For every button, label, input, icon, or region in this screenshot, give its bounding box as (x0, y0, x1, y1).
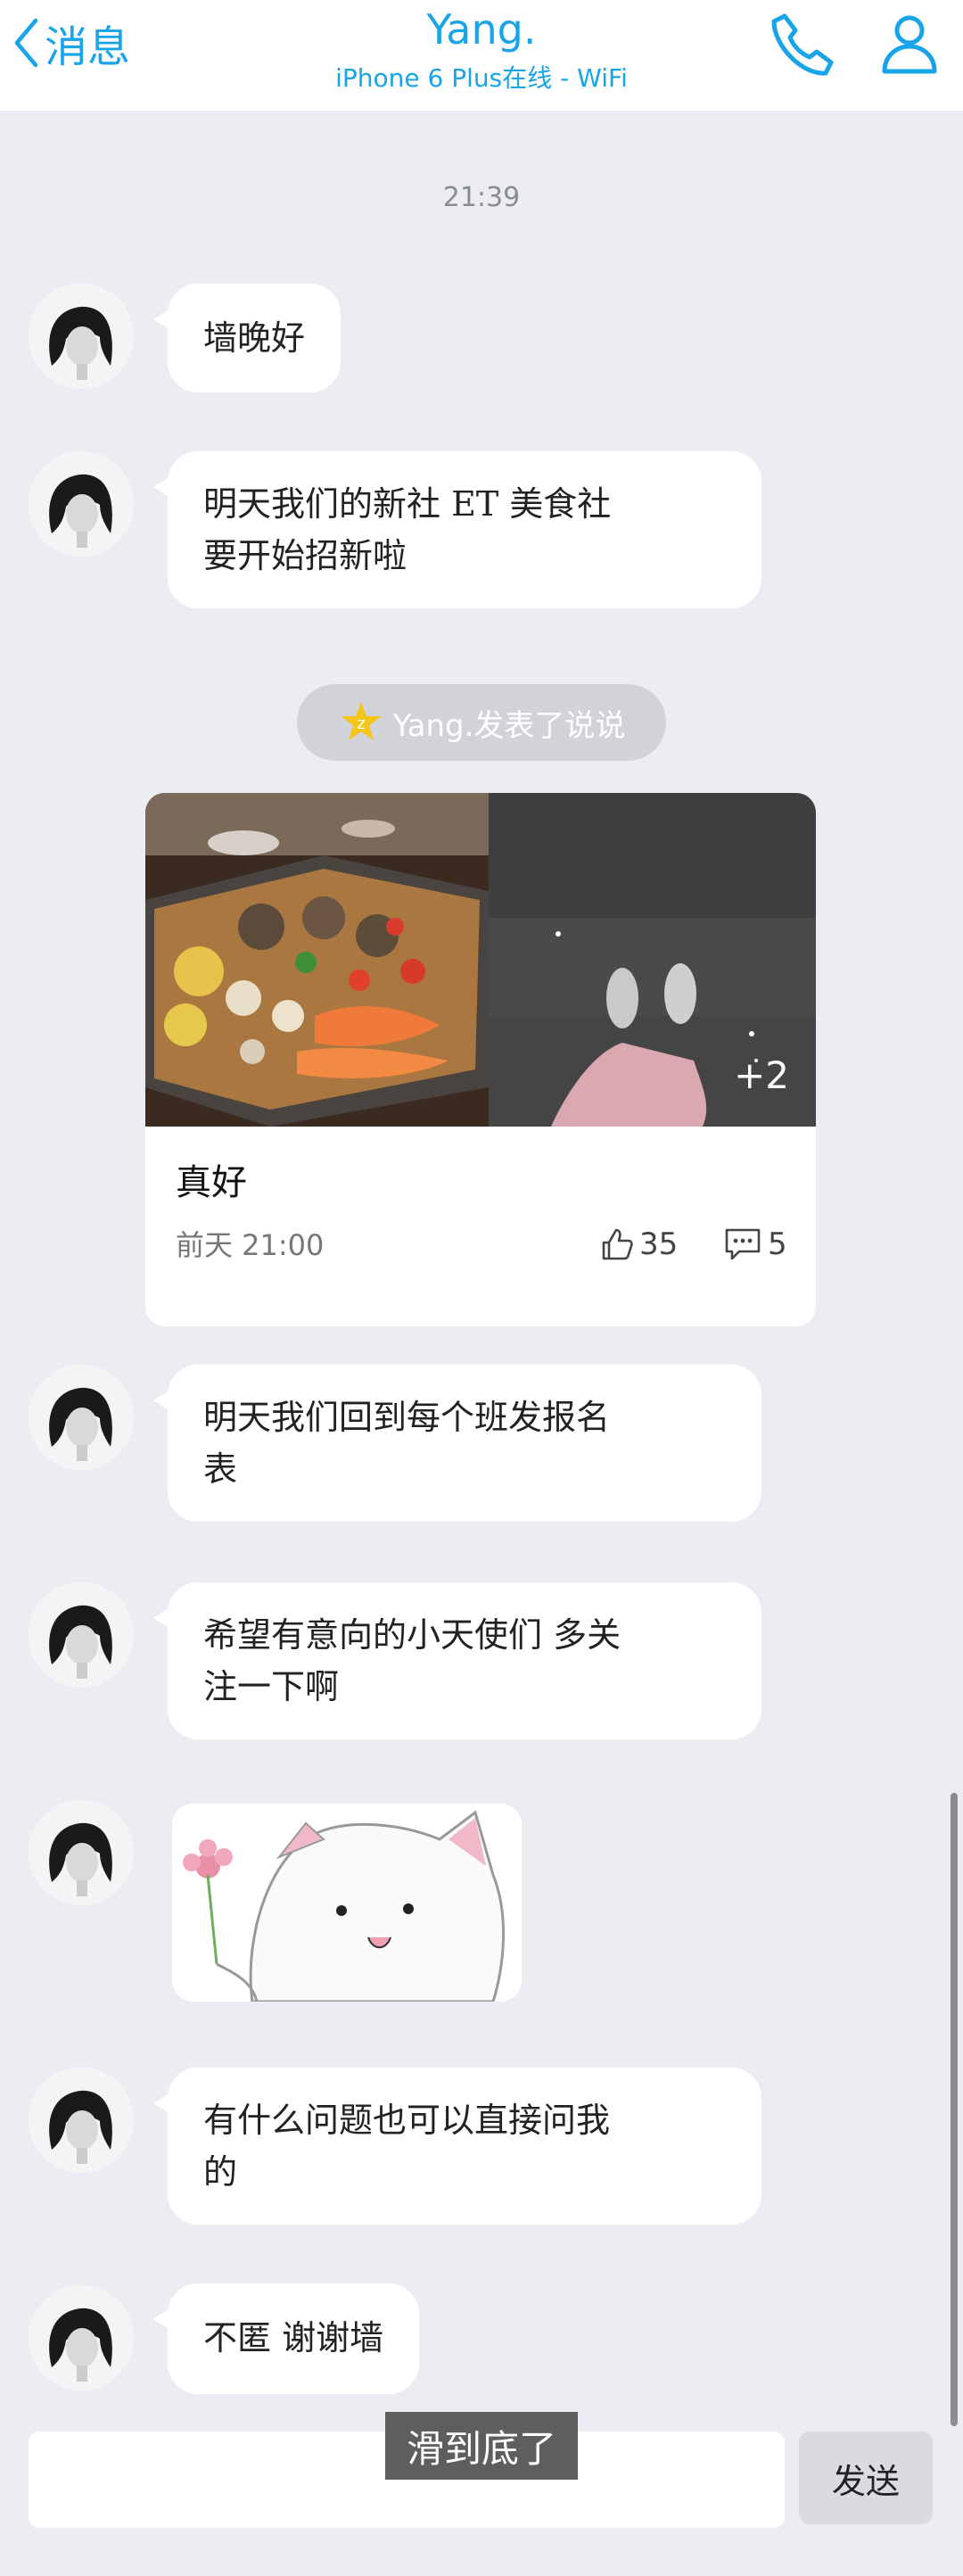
thumbs-up-icon (602, 1228, 633, 1260)
share-notice-text: Yang.发表了说说 (392, 707, 626, 744)
post-date: 前天 21:00 (176, 1228, 325, 1262)
message-text-line: 有什么问题也可以直接问我 (203, 2101, 611, 2140)
message-text-line: 明天我们回到每个班发报名 (203, 1398, 611, 1437)
message-bubble[interactable]: 不匿 谢谢墙 (152, 2283, 420, 2394)
message-text-line: 要开始招新啦 (203, 536, 407, 575)
cat-sticker-image (172, 1804, 522, 2002)
comment-icon (725, 1228, 761, 1260)
message-bubble[interactable]: 明天我们回到每个班发报名 表 (153, 1365, 761, 1522)
phone-call-button[interactable] (767, 9, 838, 84)
avatar[interactable] (29, 284, 134, 389)
more-images-count: +2 (734, 1053, 789, 1097)
sticker-message[interactable] (172, 1804, 522, 2002)
avatar-image (29, 1365, 134, 1470)
toast-message: 滑到底了 (385, 2412, 578, 2480)
message-text-line: 明天我们的新社 ET 美食社 (203, 484, 612, 524)
avatar[interactable] (29, 451, 134, 557)
phone-icon (771, 13, 834, 76)
send-button[interactable]: 发送 (799, 2432, 933, 2524)
contact-profile-button[interactable] (874, 9, 945, 84)
avatar-image (29, 1582, 134, 1688)
shared-post-card[interactable]: +2 真好 前天 21:00 35 5 (145, 793, 816, 1326)
chat-header: 消息 Yang. iPhone 6 Plus在线 - WiFi (0, 0, 963, 111)
message-text: 墙晚好 (203, 318, 306, 358)
avatar[interactable] (29, 2068, 134, 2173)
avatar[interactable] (29, 2285, 134, 2390)
avatar[interactable] (29, 1365, 134, 1470)
share-notice[interactable]: z Yang.发表了说说 (297, 684, 666, 761)
post-text: 真好 (176, 1162, 247, 1203)
avatar-image (29, 1800, 134, 1905)
post-image-food (145, 793, 489, 1127)
message-bubble[interactable]: 希望有意向的小天使们 多关 注一下啊 (153, 1582, 761, 1739)
post-likes[interactable]: 35 (598, 1226, 678, 1262)
post-comments[interactable]: 5 (723, 1226, 787, 1262)
avatar-image (29, 2285, 134, 2390)
message-bubble[interactable]: 墙晚好 (152, 284, 342, 392)
person-icon (882, 15, 937, 74)
message-text-line: 注一下啊 (203, 1667, 340, 1706)
post-images[interactable]: +2 (145, 793, 816, 1127)
avatar-image (29, 451, 134, 557)
comments-count: 5 (768, 1226, 787, 1262)
message-bubble[interactable]: 有什么问题也可以直接问我 的 (153, 2068, 761, 2225)
message-text-line: 希望有意向的小天使们 多关 (203, 1615, 621, 1655)
avatar[interactable] (29, 1800, 134, 1905)
scrollbar[interactable] (951, 1793, 958, 2426)
message-text: 不匿 谢谢墙 (203, 2318, 384, 2357)
qzone-star-icon: z (340, 702, 382, 740)
avatar-image (29, 2068, 134, 2173)
avatar[interactable] (29, 1582, 134, 1688)
message-bubble[interactable]: 明天我们的新社 ET 美食社 要开始招新啦 (153, 451, 761, 608)
message-text-line: 表 (203, 1449, 238, 1489)
avatar-image (29, 284, 134, 389)
message-text-line: 的 (203, 2152, 238, 2192)
likes-count: 35 (639, 1226, 679, 1262)
message-timestamp: 21:39 (442, 182, 521, 213)
svg-text:z: z (357, 714, 365, 733)
